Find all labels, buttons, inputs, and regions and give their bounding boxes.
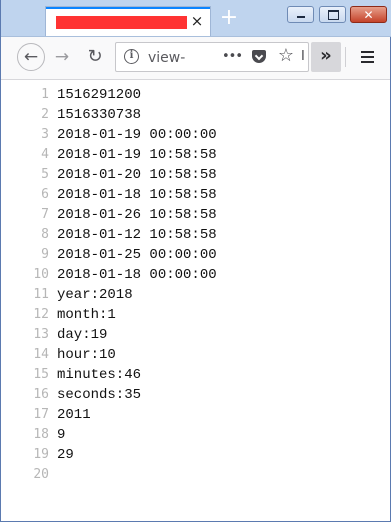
url-bar-edge-icon: I [301, 49, 305, 64]
pocket-icon[interactable] [252, 50, 266, 63]
address-bar[interactable]: i view- ••• ☆ I [115, 42, 309, 72]
line-text: 2018-01-12 10:58:58 [57, 227, 217, 243]
line-text: 2018-01-19 10:58:58 [57, 147, 217, 163]
line-number: 20 [33, 467, 49, 482]
tab-title-redacted [56, 16, 187, 29]
line-text: 29 [57, 447, 74, 463]
new-tab-button[interactable]: + [217, 6, 241, 30]
source-line: 16 seconds:35 [1, 385, 390, 405]
source-line: 11 year:2018 [1, 285, 390, 305]
line-text: 2018-01-25 00:00:00 [57, 247, 217, 263]
menu-icon-bar [361, 61, 374, 63]
url-fade [194, 47, 216, 69]
line-text: 2018-01-19 00:00:00 [57, 127, 217, 143]
line-number: 14 [33, 347, 49, 362]
maximize-icon [328, 10, 339, 20]
browser-window: × + ✕ ← → ↻ i view- ••• ☆ I » 1 15162912… [0, 0, 391, 522]
navigation-toolbar: ← → ↻ i view- ••• ☆ I » [1, 37, 390, 80]
site-info-icon[interactable]: i [124, 49, 139, 64]
back-button[interactable]: ← [17, 43, 45, 71]
line-text: 2018-01-18 00:00:00 [57, 267, 217, 283]
line-number: 8 [41, 227, 49, 242]
source-line: 2 1516330738 [1, 105, 390, 125]
line-number: 12 [33, 307, 49, 322]
line-text: 2018-01-18 10:58:58 [57, 187, 217, 203]
source-line: 3 2018-01-19 00:00:00 [1, 125, 390, 145]
line-number: 16 [33, 387, 49, 402]
menu-icon-bar [361, 56, 374, 58]
source-line: 4 2018-01-19 10:58:58 [1, 145, 390, 165]
line-number: 18 [33, 427, 49, 442]
line-text: day:19 [57, 327, 108, 343]
active-tab[interactable]: × [45, 6, 211, 36]
line-number: 13 [33, 327, 49, 342]
minimize-button[interactable] [287, 6, 314, 23]
tab-strip: × + ✕ [1, 0, 391, 37]
source-line: 10 2018-01-18 00:00:00 [1, 265, 390, 285]
line-text: 2011 [57, 407, 91, 423]
tab-active-indicator [46, 7, 210, 9]
line-text: minutes:46 [57, 367, 142, 383]
toolbar-separator [345, 47, 346, 67]
window-close-icon: ✕ [363, 8, 374, 22]
source-line: 12 month:1 [1, 305, 390, 325]
bookmark-star-icon[interactable]: ☆ [276, 45, 296, 67]
tab-close-icon[interactable]: × [189, 11, 205, 31]
source-line: 7 2018-01-26 10:58:58 [1, 205, 390, 225]
maximize-button[interactable] [319, 6, 346, 23]
source-line: 15 minutes:46 [1, 365, 390, 385]
source-line: 14 hour:10 [1, 345, 390, 365]
line-number: 7 [41, 207, 49, 222]
line-number: 9 [41, 247, 49, 262]
minimize-icon [297, 16, 305, 18]
line-number: 17 [33, 407, 49, 422]
menu-icon-bar [361, 51, 374, 53]
line-number: 15 [33, 367, 49, 382]
line-text: 2018-01-20 10:58:58 [57, 167, 217, 183]
line-text: 9 [57, 427, 66, 443]
line-number: 3 [41, 127, 49, 142]
view-source-content: 1 1516291200 2 1516330738 3 2018-01-19 0… [1, 80, 390, 521]
line-text: 1516330738 [57, 107, 142, 123]
source-line: 17 2011 [1, 405, 390, 425]
source-line: 1 1516291200 [1, 85, 390, 105]
line-number: 6 [41, 187, 49, 202]
reload-button[interactable]: ↻ [81, 43, 109, 71]
line-number: 10 [33, 267, 49, 282]
source-line: 13 day:19 [1, 325, 390, 345]
source-line: 6 2018-01-18 10:58:58 [1, 185, 390, 205]
line-number: 19 [33, 447, 49, 462]
line-text: 2018-01-26 10:58:58 [57, 207, 217, 223]
page-actions-icon[interactable]: ••• [222, 46, 243, 68]
source-line: 18 9 [1, 425, 390, 445]
line-text: 1516291200 [57, 87, 142, 103]
forward-button[interactable]: → [48, 43, 76, 71]
hamburger-menu-button[interactable] [353, 42, 383, 72]
line-text: seconds:35 [57, 387, 142, 403]
source-line: 5 2018-01-20 10:58:58 [1, 165, 390, 185]
source-line: 9 2018-01-25 00:00:00 [1, 245, 390, 265]
source-line: 20 [1, 465, 390, 485]
line-number: 5 [41, 167, 49, 182]
source-line: 8 2018-01-12 10:58:58 [1, 225, 390, 245]
window-close-button[interactable]: ✕ [350, 6, 387, 23]
line-number: 11 [33, 287, 49, 302]
line-text: month:1 [57, 307, 116, 323]
line-number: 4 [41, 147, 49, 162]
line-text: year:2018 [57, 287, 133, 303]
line-number: 1 [41, 87, 49, 102]
line-text: hour:10 [57, 347, 116, 363]
toolbar-overflow-button[interactable]: » [311, 42, 341, 72]
line-number: 2 [41, 107, 49, 122]
source-line: 19 29 [1, 445, 390, 465]
